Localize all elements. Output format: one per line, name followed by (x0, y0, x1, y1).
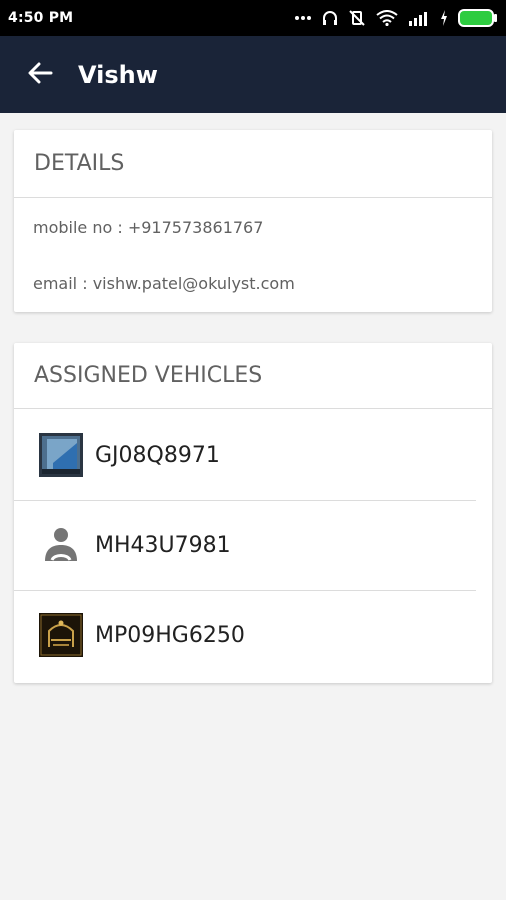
arrow-left-icon (27, 62, 53, 88)
wifi-icon (376, 10, 398, 26)
signal-icon (408, 10, 430, 26)
vehicle-item[interactable]: GJ08Q8971 (14, 410, 476, 501)
back-button[interactable] (24, 59, 56, 91)
vehicle-label: MH43U7981 (95, 532, 231, 558)
vehicle-item[interactable]: MH43U7981 (14, 500, 476, 591)
app-bar: Vishw (0, 36, 506, 113)
status-bar: 4:50 PM (0, 0, 506, 36)
vibrate-off-icon (348, 9, 366, 27)
person-placeholder-icon (39, 523, 83, 567)
battery-icon (458, 9, 498, 27)
email-address: email : vishw.patel@okulyst.com (33, 274, 295, 293)
vehicle-photo-thumbnail (39, 433, 83, 477)
eid-mubarak-thumbnail (39, 613, 83, 657)
page-title: Vishw (78, 60, 158, 89)
assigned-vehicles-card: ASSIGNED VEHICLES GJ08Q8971 MH43U7981 MP… (14, 343, 492, 683)
assigned-vehicles-card-header: ASSIGNED VEHICLES (14, 343, 492, 409)
vehicle-item[interactable]: MP09HG6250 (14, 590, 476, 680)
details-card: DETAILS mobile no : +917573861767 email … (14, 130, 492, 312)
vehicle-label: GJ08Q8971 (95, 442, 220, 468)
charging-bolt-icon (440, 10, 448, 26)
status-time: 4:50 PM (8, 10, 74, 26)
mobile-number: mobile no : +917573861767 (33, 218, 264, 237)
details-card-header: DETAILS (14, 130, 492, 198)
vehicle-label: MP09HG6250 (95, 622, 245, 648)
status-icons (294, 9, 498, 27)
headphones-icon (322, 10, 338, 26)
more-dots-icon (294, 15, 312, 21)
